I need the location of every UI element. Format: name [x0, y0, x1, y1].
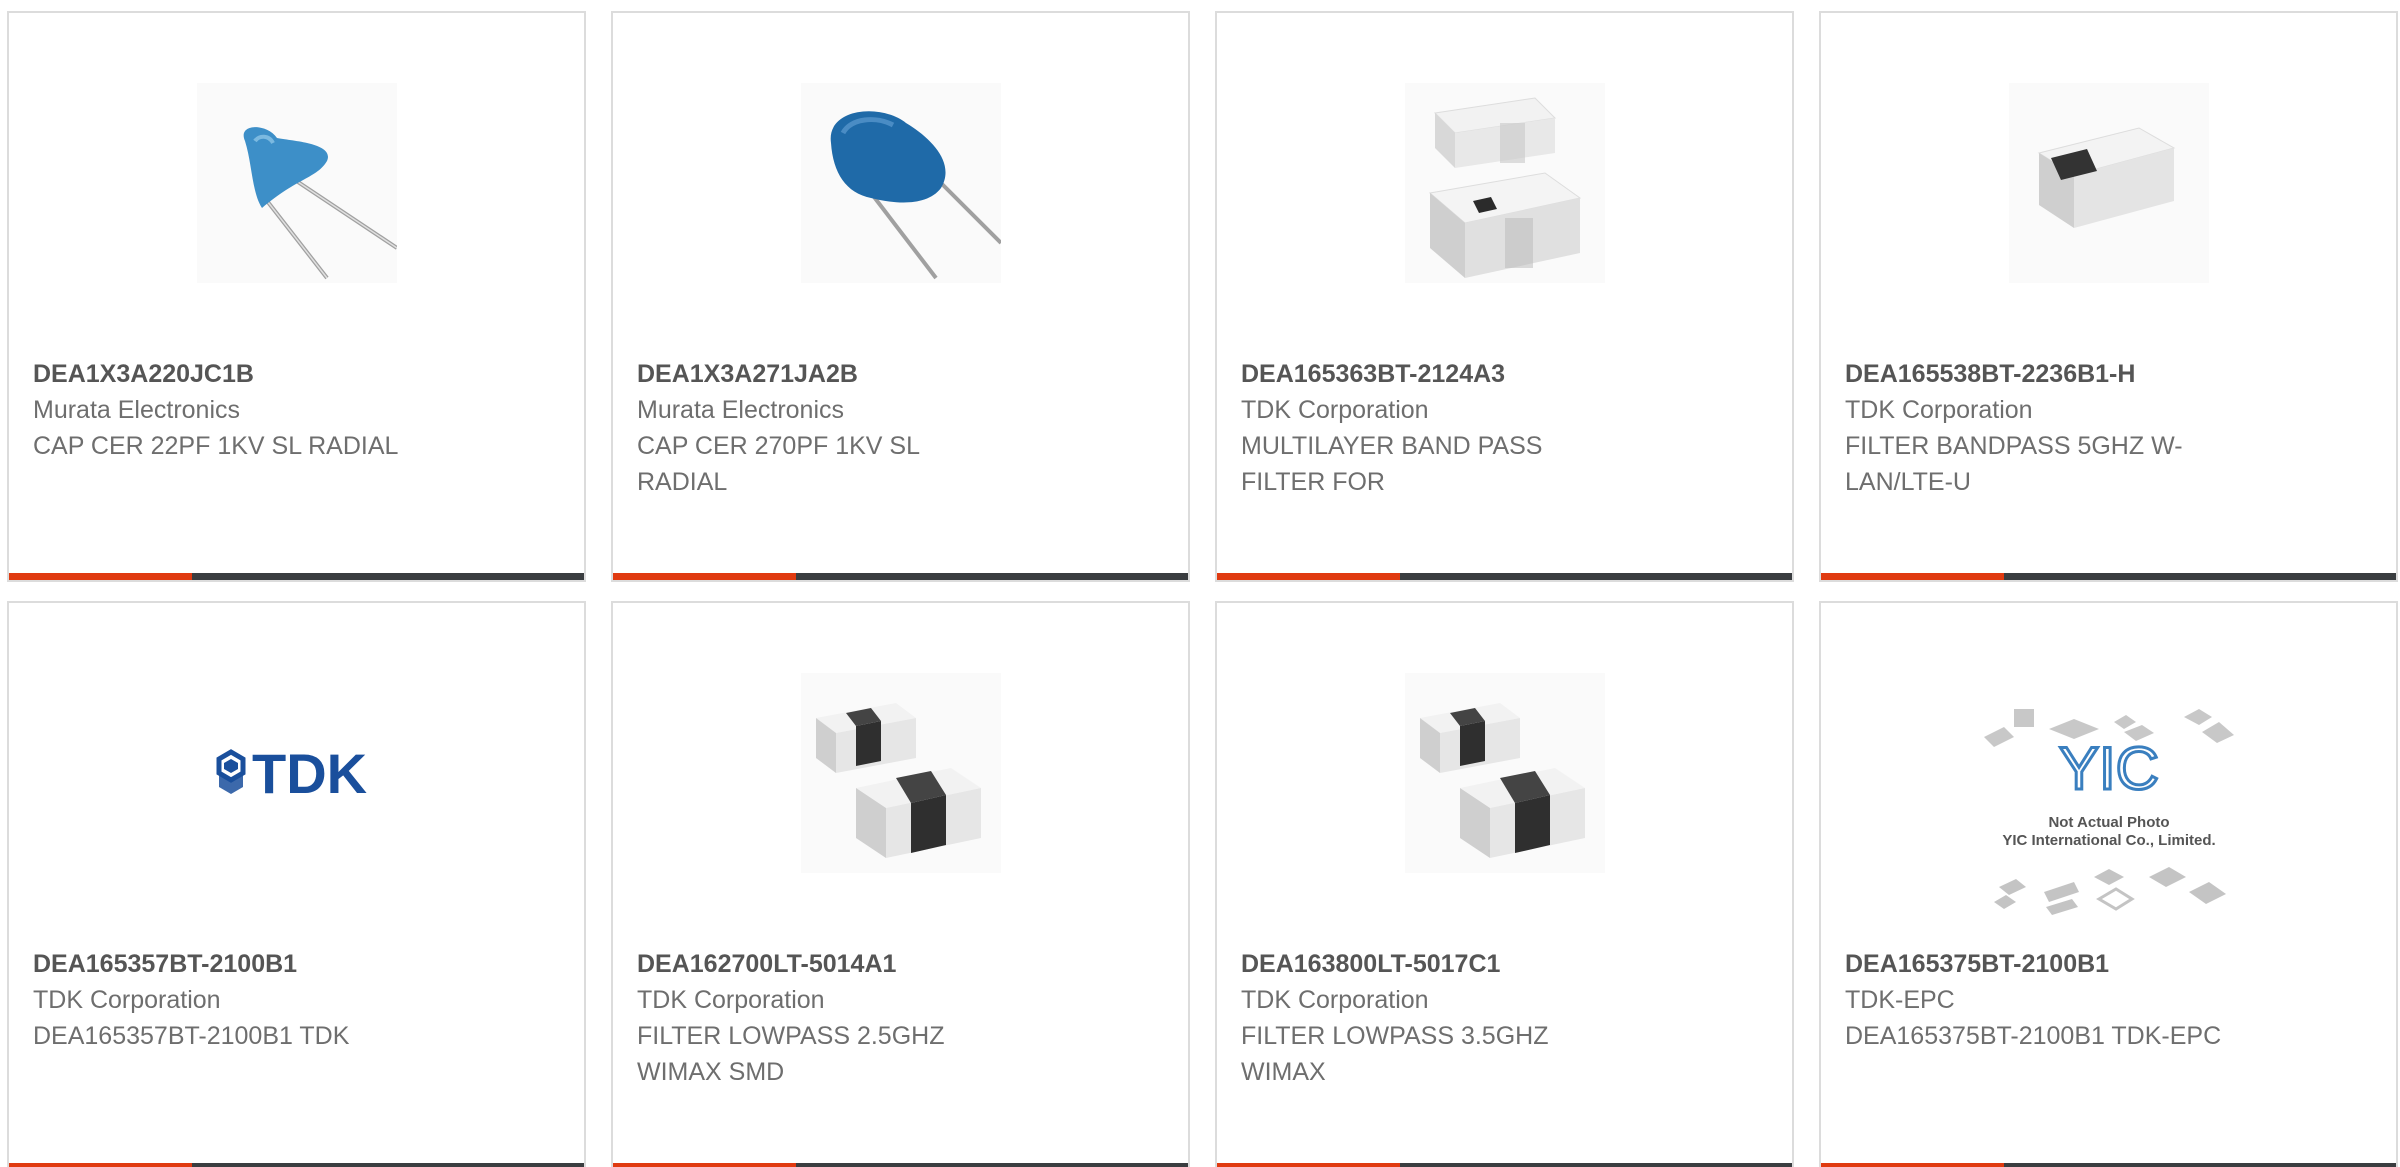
- manufacturer: Murata Electronics: [33, 396, 241, 424]
- manufacturer: TDK-EPC: [1845, 986, 1955, 1014]
- part-number-link[interactable]: DEA162700LT-5014A1: [637, 946, 1057, 982]
- card-accent: [1821, 573, 2004, 580]
- tdk-logo-text: TDK: [252, 742, 367, 805]
- smd-chip-icon: [1404, 673, 1605, 873]
- product-info: DEA1X3A271JA2B Murata Electronics CAP CE…: [637, 356, 1057, 500]
- not-actual-photo-icon: YIC Not Actual Photo YIC International C…: [1983, 709, 2234, 915]
- part-number-link[interactable]: DEA163800LT-5017C1: [1241, 946, 1661, 982]
- product-info: DEA165357BT-2100B1 TDK Corporation DEA16…: [33, 946, 453, 1054]
- product-info: DEA165538BT-2236B1-H TDK Corporation FIL…: [1845, 356, 2265, 500]
- card-bottom-bar: [1821, 573, 2396, 580]
- product-card[interactable]: DEA165538BT-2236B1-H TDK Corporation FIL…: [1819, 11, 2398, 582]
- card-bottom-bar: [9, 1163, 584, 1167]
- smd-filter-icon: [2008, 83, 2209, 283]
- product-image[interactable]: [1404, 83, 1605, 283]
- part-number-link[interactable]: DEA165375BT-2100B1: [1845, 946, 2265, 982]
- card-accent: [1217, 573, 1400, 580]
- manufacturer: TDK Corporation: [637, 986, 825, 1014]
- product-image[interactable]: TDK: [196, 673, 397, 873]
- part-number-link[interactable]: DEA1X3A271JA2B: [637, 356, 1057, 392]
- product-info: DEA165375BT-2100B1 TDK-EPC DEA165375BT-2…: [1845, 946, 2265, 1054]
- manufacturer: TDK Corporation: [1241, 396, 1429, 424]
- product-card[interactable]: DEA163800LT-5017C1 TDK Corporation FILTE…: [1215, 601, 1794, 1167]
- product-image[interactable]: YIC Not Actual Photo YIC International C…: [1973, 687, 2244, 937]
- product-card[interactable]: DEA1X3A271JA2B Murata Electronics CAP CE…: [611, 11, 1190, 582]
- card-bottom-bar: [613, 1163, 1188, 1167]
- smd-filter-icon: [1404, 83, 1605, 283]
- description: DEA165357BT-2100B1 TDK: [33, 1022, 350, 1050]
- radial-capacitor-icon: [800, 83, 1001, 283]
- product-image[interactable]: [196, 83, 397, 283]
- yic-logo: YIC: [2058, 735, 2158, 802]
- smd-chip-icon: [800, 673, 1001, 873]
- card-bottom-bar: [613, 573, 1188, 580]
- product-info: DEA165363BT-2124A3 TDK Corporation MULTI…: [1241, 356, 1661, 500]
- radial-capacitor-icon: [196, 83, 397, 283]
- product-card[interactable]: DEA162700LT-5014A1 TDK Corporation FILTE…: [611, 601, 1190, 1167]
- part-number-link[interactable]: DEA1X3A220JC1B: [33, 356, 453, 392]
- description: CAP CER 22PF 1KV SL RADIAL: [33, 432, 399, 460]
- card-bottom-bar: [1217, 1163, 1792, 1167]
- card-accent: [9, 1163, 192, 1167]
- part-number-link[interactable]: DEA165538BT-2236B1-H: [1845, 356, 2265, 392]
- manufacturer: Murata Electronics: [637, 396, 845, 424]
- manufacturer: TDK Corporation: [1845, 396, 2033, 424]
- description: CAP CER 270PF 1KV SL RADIAL: [637, 432, 920, 496]
- description: FILTER LOWPASS 2.5GHZ WIMAX SMD: [637, 1022, 945, 1086]
- description: MULTILAYER BAND PASS FILTER FOR: [1241, 432, 1543, 496]
- yic-company-label: YIC International Co., Limited.: [2002, 832, 2215, 849]
- card-bottom-bar: [1217, 573, 1792, 580]
- description: FILTER BANDPASS 5GHZ W-LAN/LTE-U: [1845, 432, 2183, 496]
- product-card[interactable]: TDK DEA165357BT-2100B1 TDK Corporation D…: [7, 601, 586, 1167]
- product-card[interactable]: YIC Not Actual Photo YIC International C…: [1819, 601, 2398, 1167]
- product-info: DEA162700LT-5014A1 TDK Corporation FILTE…: [637, 946, 1057, 1090]
- manufacturer: TDK Corporation: [1241, 986, 1429, 1014]
- manufacturer: TDK Corporation: [33, 986, 221, 1014]
- product-grid: DEA1X3A220JC1B Murata Electronics CAP CE…: [0, 0, 2400, 1167]
- product-info: DEA1X3A220JC1B Murata Electronics CAP CE…: [33, 356, 453, 464]
- card-accent: [1821, 1163, 2004, 1167]
- card-accent: [9, 573, 192, 580]
- not-actual-photo-label: Not Actual Photo: [2048, 814, 2169, 831]
- product-info: DEA163800LT-5017C1 TDK Corporation FILTE…: [1241, 946, 1661, 1090]
- part-number-link[interactable]: DEA165363BT-2124A3: [1241, 356, 1661, 392]
- description: DEA165375BT-2100B1 TDK-EPC: [1845, 1022, 2222, 1050]
- product-card[interactable]: DEA1X3A220JC1B Murata Electronics CAP CE…: [7, 11, 586, 582]
- card-accent: [1217, 1163, 1400, 1167]
- product-image[interactable]: [2008, 83, 2209, 283]
- card-bottom-bar: [1821, 1163, 2396, 1167]
- part-number-link[interactable]: DEA165357BT-2100B1: [33, 946, 453, 982]
- tdk-logo-icon: TDK: [216, 742, 367, 805]
- description: FILTER LOWPASS 3.5GHZ WIMAX: [1241, 1022, 1549, 1086]
- product-image[interactable]: [1404, 673, 1605, 873]
- card-accent: [613, 1163, 796, 1167]
- card-bottom-bar: [9, 573, 584, 580]
- product-image[interactable]: [800, 673, 1001, 873]
- card-accent: [613, 573, 796, 580]
- product-card[interactable]: DEA165363BT-2124A3 TDK Corporation MULTI…: [1215, 11, 1794, 582]
- product-image[interactable]: [800, 83, 1001, 283]
